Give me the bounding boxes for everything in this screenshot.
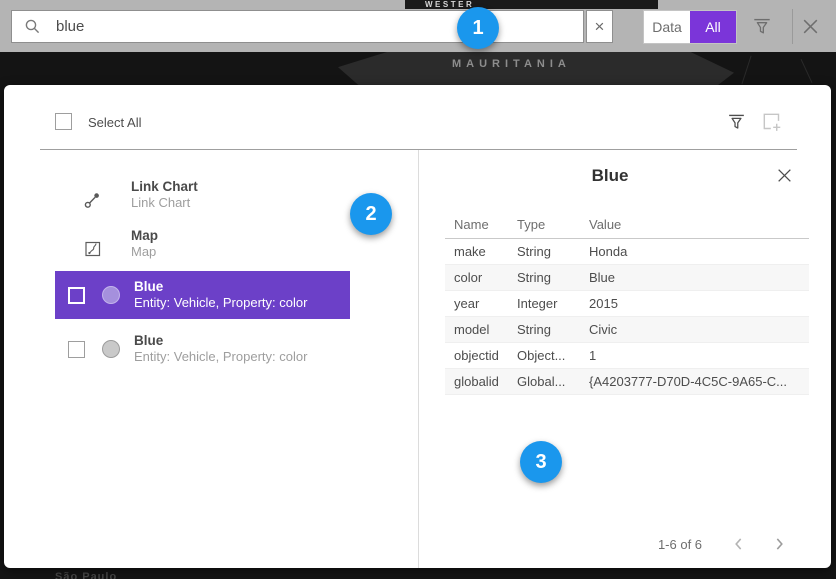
cell-value: 1 (589, 348, 809, 363)
result-title: Link Chart (131, 179, 198, 195)
cell-type: Integer (517, 296, 589, 311)
attribute-table-header: Name Type Value (445, 210, 809, 239)
result-item-blue-selected[interactable]: Blue Entity: Vehicle, Property: color (55, 271, 350, 319)
annotation-number: 3 (535, 451, 546, 474)
cell-type: Global... (517, 374, 589, 389)
entity-circle-icon (102, 286, 120, 304)
annotation-number: 1 (472, 17, 483, 40)
result-subtitle: Entity: Vehicle, Property: color (134, 349, 307, 365)
result-text: Link Chart Link Chart (131, 179, 198, 211)
column-header: Name (445, 217, 517, 232)
cell-value: {A4203777-D70D-4C5C-9A65-C... (589, 374, 809, 389)
annotation-number: 2 (365, 203, 376, 226)
map-label-mauritania: MAURITANIA (452, 58, 571, 70)
result-text: Blue Entity: Vehicle, Property: color (134, 333, 307, 365)
pagination-prev-icon[interactable] (730, 535, 748, 553)
map-border-line (801, 59, 813, 83)
result-title: Blue (134, 279, 307, 295)
cell-name: color (445, 270, 517, 285)
pagination-label: 1-6 of 6 (645, 537, 715, 552)
pagination-next-icon[interactable] (770, 535, 788, 553)
table-row: objectid Object... 1 (445, 343, 809, 369)
table-row: globalid Global... {A4203777-D70D-4C5C-9… (445, 369, 809, 395)
search-icon (24, 18, 41, 35)
column-header: Value (589, 217, 809, 232)
cell-value: Honda (589, 244, 809, 259)
result-title: Blue (134, 333, 307, 349)
select-all-checkbox[interactable] (55, 113, 72, 130)
close-search-icon[interactable] (800, 16, 821, 37)
result-title: Map (131, 228, 158, 244)
cell-value: Civic (589, 322, 809, 337)
cell-type: String (517, 322, 589, 337)
toolbar-divider (792, 9, 793, 44)
cell-type: String (517, 270, 589, 285)
map-label-western: WESTER (425, 0, 474, 9)
cell-value: Blue (589, 270, 809, 285)
result-checkbox[interactable] (68, 287, 85, 304)
cell-name: model (445, 322, 517, 337)
map-border-line (741, 56, 751, 85)
entity-circle-icon (102, 340, 120, 358)
result-text: Blue Entity: Vehicle, Property: color (134, 279, 307, 311)
scope-option-all[interactable]: All (690, 11, 736, 43)
link-chart-icon (83, 190, 103, 210)
cell-value: 2015 (589, 296, 809, 311)
cell-type: String (517, 244, 589, 259)
attribute-table: Name Type Value make String Honda color … (445, 210, 809, 395)
cell-name: year (445, 296, 517, 311)
result-subtitle: Map (131, 244, 158, 260)
clear-search-button[interactable]: × (586, 10, 613, 43)
app-window: MAURITANIA São Paulo WESTER × Data All S… (0, 0, 836, 579)
table-row: model String Civic (445, 317, 809, 343)
annotation-callout-3: 3 (520, 441, 562, 483)
filter-icon[interactable] (751, 15, 773, 37)
map-peek-strip: WESTER (405, 0, 658, 9)
table-row: year Integer 2015 (445, 291, 809, 317)
detail-title: Blue (445, 166, 775, 186)
result-subtitle: Entity: Vehicle, Property: color (134, 295, 307, 311)
cell-name: make (445, 244, 517, 259)
cell-name: objectid (445, 348, 517, 363)
search-results-panel: Select All Link Chart Link Chart Map (4, 85, 831, 568)
result-item-map[interactable]: Map Map (47, 228, 387, 272)
scope-option-data[interactable]: Data (644, 11, 690, 43)
map-icon (83, 239, 103, 259)
table-row: make String Honda (445, 239, 809, 265)
result-item-blue[interactable]: Blue Entity: Vehicle, Property: color (55, 325, 350, 373)
add-to-selection-icon[interactable] (759, 109, 785, 135)
search-input[interactable] (54, 17, 583, 36)
table-row: color String Blue (445, 265, 809, 291)
cell-type: Object... (517, 348, 589, 363)
result-item-link-chart[interactable]: Link Chart Link Chart (47, 179, 387, 223)
result-checkbox[interactable] (68, 341, 85, 358)
search-toolbar: WESTER × Data All (0, 0, 836, 52)
results-filter-icon[interactable] (726, 111, 747, 132)
cell-name: globalid (445, 374, 517, 389)
select-all-label: Select All (88, 115, 141, 130)
result-subtitle: Link Chart (131, 195, 198, 211)
annotation-callout-2: 2 (350, 193, 392, 235)
annotation-callout-1: 1 (457, 7, 499, 49)
detail-close-icon[interactable] (776, 167, 793, 184)
map-label-sao-paulo: São Paulo (55, 571, 117, 579)
list-detail-divider (418, 150, 419, 568)
column-header: Type (517, 217, 589, 232)
scope-toggle: Data All (643, 10, 737, 44)
result-text: Map Map (131, 228, 158, 260)
